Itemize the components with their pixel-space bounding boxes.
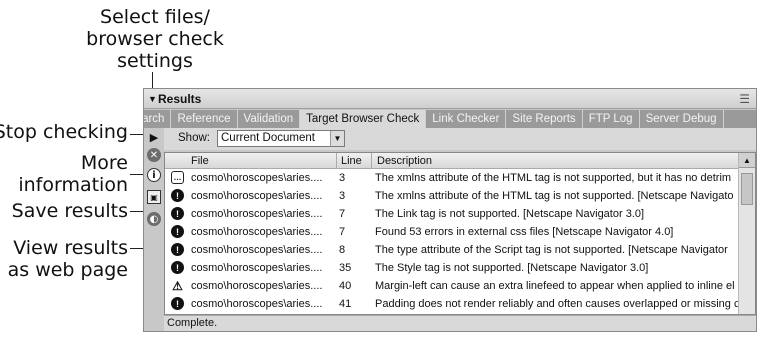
cell-line: 8	[339, 244, 346, 256]
results-panel: ▼ Results ☰ SearchReferenceValidationTar…	[143, 88, 757, 332]
callout-line: View results	[13, 237, 128, 259]
show-filter-row: Show: Current Document ▼	[164, 128, 756, 150]
show-select[interactable]: Current Document ▼	[217, 130, 345, 147]
cell-file: cosmo\horoscopes\aries....	[191, 190, 323, 202]
error-icon: !	[171, 297, 184, 310]
tab-validation[interactable]: Validation	[238, 110, 301, 128]
cell-line: 40	[339, 280, 352, 292]
tab-reference[interactable]: Reference	[171, 110, 238, 128]
cell-description: The type attribute of the Script tag is …	[375, 244, 728, 256]
table-row[interactable]: ! cosmo\horoscopes\aries.... 35 The Style t…	[165, 259, 738, 277]
callout-line: Select files/	[100, 6, 210, 28]
tab-search[interactable]: Search	[144, 110, 172, 128]
column-header-description[interactable]: Description	[377, 155, 432, 167]
cell-file: cosmo\horoscopes\aries....	[191, 298, 323, 310]
column-header-line[interactable]: Line	[341, 155, 362, 167]
scroll-thumb[interactable]	[741, 173, 753, 205]
more-info-icon[interactable]: i	[147, 168, 161, 182]
callout-line: as web page	[7, 259, 128, 281]
tab-ftp-log[interactable]: FTP Log	[583, 110, 640, 128]
tab-server-debug[interactable]: Server Debug	[640, 110, 724, 128]
callout-select-files: Select files/ browser check settings	[70, 6, 240, 72]
stop-checking-icon[interactable]: ✕	[147, 148, 161, 162]
results-toolbar-vertical: ▶ ✕ i ▣ ◐	[144, 128, 164, 331]
table-row[interactable]: ! cosmo\horoscopes\aries.... 7 The Link tag…	[165, 205, 738, 223]
table-row[interactable]: ! cosmo\horoscopes\aries.... 41 Padding doe…	[165, 295, 738, 313]
cell-description: Padding does not render reliably and oft…	[375, 298, 738, 310]
cell-line: 7	[339, 226, 346, 238]
error-icon: !	[171, 243, 184, 256]
cell-file: cosmo\horoscopes\aries....	[191, 244, 323, 256]
cell-line: 7	[339, 208, 346, 220]
info-message-icon: …	[171, 171, 184, 184]
error-icon: !	[171, 189, 184, 202]
cell-file: cosmo\horoscopes\aries....	[191, 172, 323, 184]
error-icon: !	[171, 207, 184, 220]
table-row[interactable]: ! cosmo\horoscopes\aries.... 7 Found 53 err…	[165, 223, 738, 241]
scroll-up-icon[interactable]: ▲	[739, 153, 755, 168]
vertical-scrollbar[interactable]: ▲	[738, 153, 755, 314]
cell-description: Found 53 errors in external css files [N…	[375, 226, 674, 238]
cell-description: The xmlns attribute of the HTML tag is n…	[375, 172, 732, 184]
cell-description: The Style tag is not supported. [Netscap…	[375, 262, 649, 274]
cell-line: 35	[339, 262, 352, 274]
chevron-down-icon[interactable]: ▼	[330, 131, 344, 146]
column-divider[interactable]	[371, 153, 372, 169]
cell-file: cosmo\horoscopes\aries....	[191, 280, 323, 292]
callout-save-results: Save results	[11, 200, 128, 222]
view-as-webpage-icon[interactable]: ◐	[147, 212, 161, 226]
cell-file: cosmo\horoscopes\aries....	[191, 208, 323, 220]
panel-options-menu-icon[interactable]: ☰	[739, 89, 750, 109]
cell-file: cosmo\horoscopes\aries....	[191, 262, 323, 274]
show-select-value: Current Document	[221, 132, 315, 144]
cell-description: The Link tag is not supported. [Netscape…	[375, 208, 645, 220]
callout-line: browser check	[86, 28, 224, 50]
cell-file: cosmo\horoscopes\aries....	[191, 226, 323, 238]
table-header: File Line Description	[165, 153, 755, 169]
callout-view-results: View results as web page	[8, 237, 128, 281]
cell-description: The xmlns attribute of the HTML tag is n…	[375, 190, 734, 202]
cell-line: 41	[339, 298, 352, 310]
tab-target-browser-check[interactable]: Target Browser Check	[300, 110, 427, 128]
tab-link-checker[interactable]: Link Checker	[426, 110, 507, 128]
tab-site-reports[interactable]: Site Reports	[506, 110, 583, 128]
table-row[interactable]: ! cosmo\horoscopes\aries.... 3 The xmlns at…	[165, 187, 738, 205]
cell-line: 3	[339, 190, 346, 202]
table-row[interactable]: ! cosmo\horoscopes\aries.... 8 The type att…	[165, 241, 738, 259]
results-table: File Line Description … cosmo\horoscopes\…	[164, 152, 756, 315]
show-label: Show:	[178, 132, 210, 144]
callout-stop-checking: Stop checking	[0, 121, 128, 143]
error-icon: !	[171, 225, 184, 238]
collapse-triangle-icon[interactable]: ▼	[148, 89, 157, 109]
callout-line: settings	[117, 50, 193, 72]
table-row[interactable]: ⚠ cosmo\horoscopes\aries.... 40 Margin-left…	[165, 277, 738, 295]
table-row[interactable]: … cosmo\horoscopes\aries.... 3 The xmlns at…	[165, 169, 738, 187]
cell-description: Margin-left can cause an extra linefeed …	[375, 280, 735, 292]
save-results-icon[interactable]: ▣	[147, 190, 161, 204]
callout-more-information: More information	[18, 152, 128, 196]
panel-titlebar[interactable]: ▼ Results ☰	[144, 89, 756, 109]
play-check-icon[interactable]: ▶	[147, 130, 161, 144]
status-bar: Complete.	[164, 315, 756, 331]
table-body: … cosmo\horoscopes\aries.... 3 The xmlns at…	[165, 169, 738, 314]
warning-icon: ⚠	[172, 278, 183, 293]
callout-line: information	[18, 174, 128, 196]
error-icon: !	[171, 261, 184, 274]
panel-title: Results	[158, 92, 202, 106]
column-divider[interactable]	[336, 153, 337, 169]
panel-tabs: SearchReferenceValidationTarget Browser …	[144, 110, 756, 128]
cell-line: 3	[339, 172, 346, 184]
column-header-file[interactable]: File	[191, 155, 209, 167]
callout-line: More	[80, 152, 128, 174]
